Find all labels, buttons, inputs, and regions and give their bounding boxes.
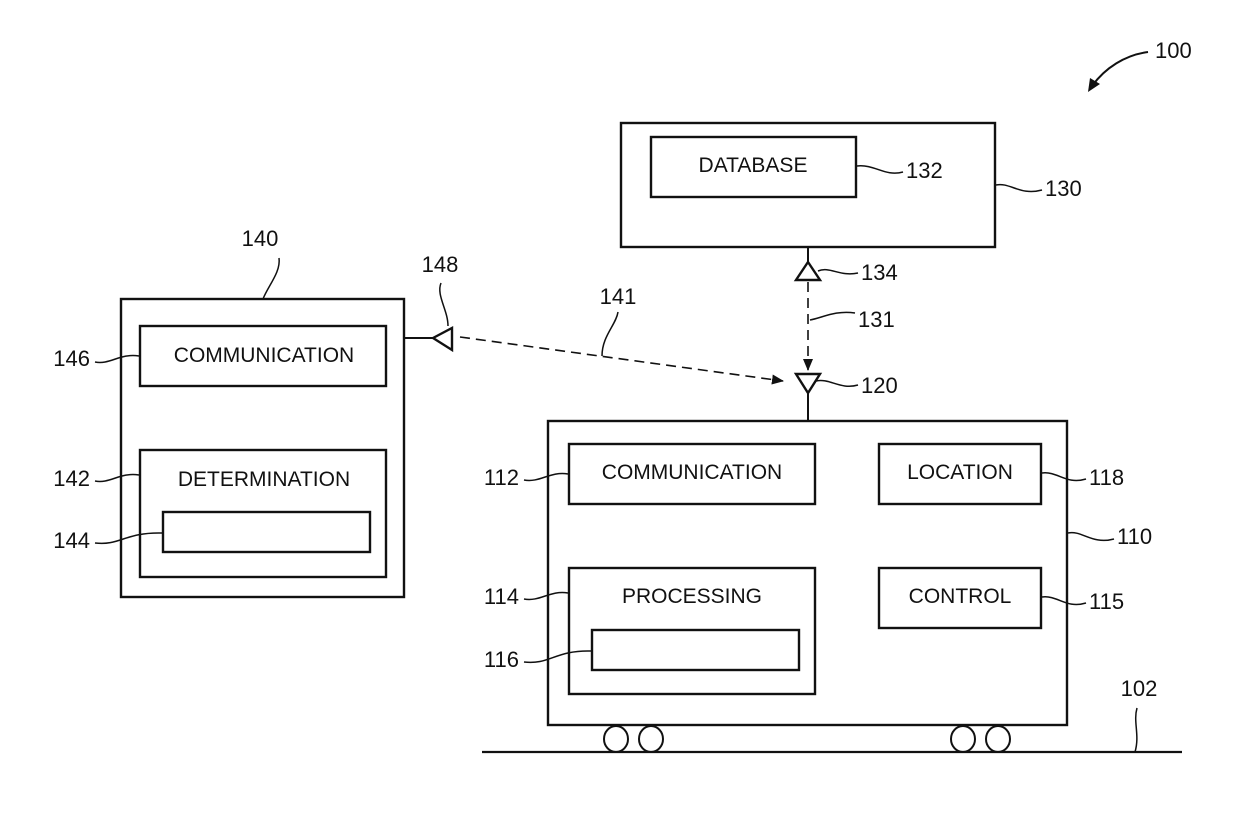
remote-antenna-leader — [439, 282, 449, 327]
determination-inner-ref: 144 — [53, 528, 90, 553]
determination-label: DETERMINATION — [178, 468, 350, 491]
server-ref: 130 — [1045, 176, 1082, 201]
wheel-icon — [985, 725, 1011, 753]
wheel-icon — [950, 725, 976, 753]
database-ref: 132 — [906, 158, 943, 183]
remote-vehicle-link — [459, 336, 784, 385]
server-link-leader — [809, 311, 856, 321]
remote-link-ref: 141 — [600, 284, 637, 309]
processing-inner-box — [590, 628, 801, 672]
vehicle-communication-label: COMMUNICATION — [602, 461, 782, 484]
remote-link-leader — [601, 311, 619, 357]
determination-inner-box — [161, 510, 372, 554]
figure-ref-arrowhead-icon — [1088, 78, 1100, 92]
figure-ref-arrow — [1091, 51, 1149, 87]
server-link-ref: 131 — [858, 307, 895, 332]
processing-ref: 114 — [484, 584, 519, 609]
determination-ref: 142 — [53, 466, 90, 491]
remote-device-leader — [262, 257, 280, 300]
location-label: LOCATION — [907, 461, 1013, 484]
vehicle-antenna-leader — [815, 379, 859, 387]
control-ref: 115 — [1089, 589, 1124, 614]
processing-inner-ref: 116 — [484, 647, 519, 672]
vehicle-communication-ref: 112 — [484, 465, 519, 490]
vehicle-block: 120 110 COMMUNICATION 112 LOCATION 118 P… — [484, 372, 1152, 753]
processing-label: PROCESSING — [622, 585, 762, 608]
vehicle-antenna-icon — [793, 372, 823, 396]
remote-antenna-icon — [430, 326, 454, 353]
server-antenna-leader — [817, 269, 859, 275]
control-label: CONTROL — [909, 585, 1012, 608]
vehicle-ref: 110 — [1117, 524, 1152, 549]
vehicle-antenna-ref: 120 — [861, 373, 898, 398]
vehicle-leader — [1067, 531, 1115, 542]
server-leader — [995, 183, 1043, 193]
location-ref: 118 — [1089, 465, 1124, 490]
remote-communication-ref: 146 — [53, 346, 90, 371]
wheel-icon — [638, 725, 664, 753]
figure-reference: 100 — [1088, 38, 1192, 92]
server-antenna-ref: 134 — [861, 260, 898, 285]
track-leader — [1134, 707, 1138, 753]
database-label: DATABASE — [699, 154, 808, 177]
remote-communication-label: COMMUNICATION — [174, 344, 354, 367]
server-antenna-icon — [793, 259, 823, 282]
track-ref: 102 — [1121, 676, 1158, 701]
remote-antenna-ref: 148 — [422, 252, 459, 277]
remote-device-ref: 140 — [242, 226, 279, 251]
figure-ref-label: 100 — [1155, 38, 1192, 63]
server-block: 130 DATABASE 132 134 131 — [619, 121, 1082, 371]
patent-diagram: 100 130 DATABASE 132 134 131 140 COMMUNI… — [53, 38, 1192, 754]
wheel-icon — [603, 725, 629, 753]
